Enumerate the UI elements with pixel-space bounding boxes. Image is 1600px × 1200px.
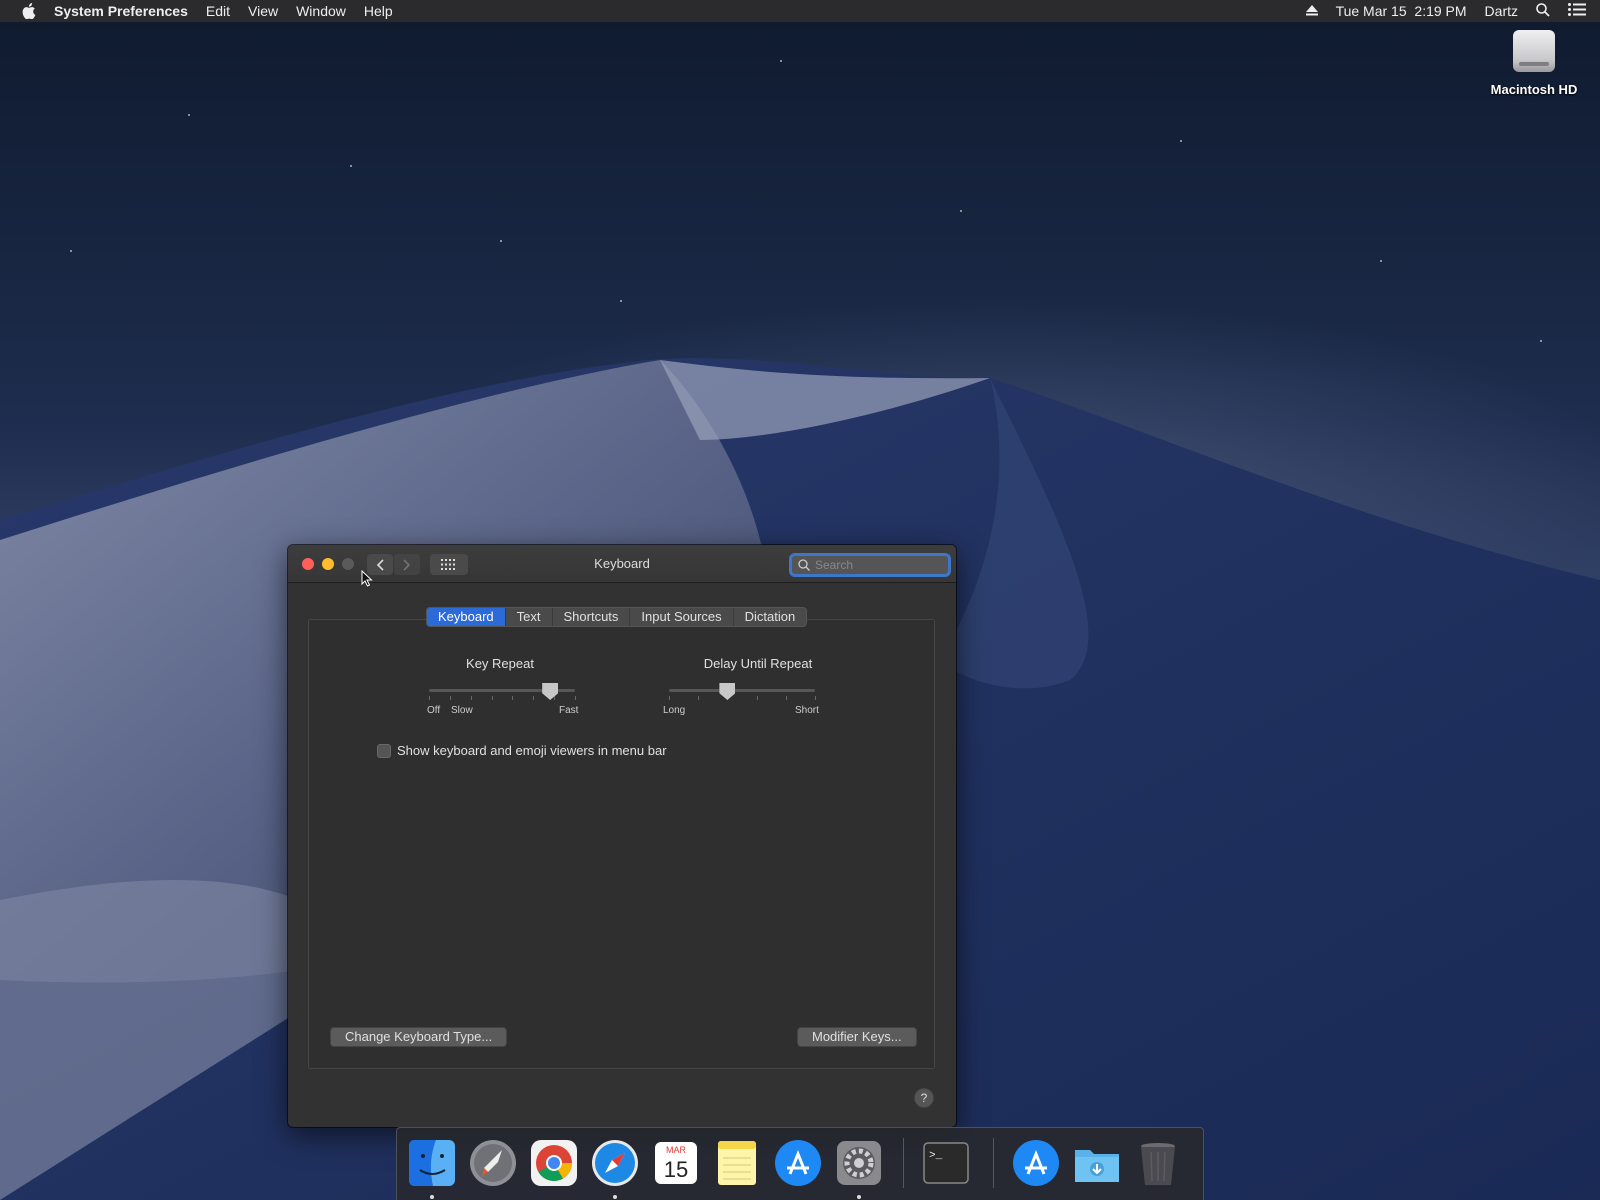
modifier-keys-button[interactable]: Modifier Keys... (797, 1027, 917, 1047)
slider-tick (575, 696, 576, 700)
finder-running-indicator (430, 1195, 434, 1199)
tab-input-sources[interactable]: Input Sources (630, 608, 734, 626)
change-keyboard-type-button[interactable]: Change Keyboard Type... (330, 1027, 508, 1047)
keyboard-settings-panel (308, 619, 935, 1069)
star (1180, 140, 1182, 142)
preference-tabs: Keyboard Text Shortcuts Input Sources Di… (426, 607, 808, 627)
key-repeat-slow-label: Slow (451, 705, 473, 716)
safari-running-indicator (613, 1195, 617, 1199)
system-preferences-icon[interactable] (834, 1138, 884, 1188)
notification-center-icon[interactable] (1568, 3, 1586, 19)
star (1380, 260, 1382, 262)
terminal-prompt-text: >_ (929, 1150, 943, 1162)
slider-tick (449, 696, 451, 700)
slider-tick (429, 696, 430, 700)
slider-tick (491, 696, 493, 700)
key-repeat-label: Key Repeat (466, 656, 534, 671)
search-input[interactable] (815, 558, 935, 572)
help-button[interactable]: ? (914, 1088, 934, 1108)
menu-help[interactable]: Help (364, 3, 393, 19)
calendar-month-text: MAR (666, 1145, 687, 1155)
calendar-day-text: 15 (664, 1157, 688, 1182)
star (620, 300, 622, 302)
search-field[interactable] (789, 553, 951, 577)
dock-separator (903, 1138, 904, 1188)
dock-separator (993, 1138, 994, 1188)
star (1540, 340, 1542, 342)
dock: MAR 15 >_ (396, 1127, 1204, 1200)
finder-icon[interactable] (407, 1138, 457, 1188)
key-repeat-fast-label: Fast (559, 705, 579, 716)
emoji-viewer-checkbox-label[interactable]: Show keyboard and emoji viewers in menu … (397, 743, 667, 758)
trash-icon[interactable] (1133, 1138, 1183, 1188)
star (500, 240, 502, 242)
menu-user[interactable]: Dartz (1485, 3, 1518, 19)
search-icon (798, 559, 810, 571)
star (70, 250, 72, 252)
tab-shortcuts[interactable]: Shortcuts (553, 608, 631, 626)
slider-tick (533, 696, 535, 700)
slider-tick (554, 696, 556, 700)
calendar-icon[interactable]: MAR 15 (651, 1138, 701, 1188)
slider-tick (756, 696, 758, 700)
emoji-viewer-checkbox-row[interactable]: Show keyboard and emoji viewers in menu … (377, 743, 667, 758)
key-repeat-off-label: Off (427, 705, 441, 716)
menu-window[interactable]: Window (296, 3, 346, 19)
terminal-icon[interactable]: >_ (921, 1138, 971, 1188)
delay-until-repeat-label: Delay Until Repeat (703, 656, 813, 671)
window-titlebar[interactable]: Keyboard (288, 545, 956, 583)
slider-tick (512, 696, 514, 700)
tab-keyboard[interactable]: Keyboard (427, 608, 506, 626)
emoji-viewer-checkbox[interactable] (377, 743, 391, 758)
tab-text[interactable]: Text (506, 608, 553, 626)
app-store-icon[interactable] (773, 1138, 823, 1188)
tab-dictation[interactable]: Dictation (734, 608, 807, 626)
system-preferences-running-indicator (857, 1195, 861, 1199)
notes-icon[interactable] (712, 1138, 762, 1188)
chrome-icon[interactable] (529, 1138, 579, 1188)
slider-tick (815, 696, 816, 700)
hard-drive-icon[interactable] (1513, 30, 1555, 72)
eject-icon[interactable] (1305, 3, 1318, 19)
menu-clock[interactable]: Tue Mar 15 2:19 PM (1336, 3, 1467, 19)
app-store-icon[interactable] (1011, 1138, 1061, 1188)
slider-tick (669, 696, 670, 700)
delay-short-label: Short (795, 705, 819, 716)
delay-long-label: Long (663, 705, 686, 716)
star (780, 60, 782, 62)
menu-view[interactable]: View (248, 3, 278, 19)
apple-menu-icon[interactable] (20, 3, 38, 19)
slider-tick (785, 696, 787, 700)
keyboard-preferences-window: Keyboard Keyboard Text Shortcuts Input S… (288, 545, 956, 1127)
mouse-cursor-icon (361, 570, 373, 587)
safari-icon[interactable] (590, 1138, 640, 1188)
menu-bar: System Preferences Edit View Window Help… (0, 0, 1600, 22)
spotlight-search-icon[interactable] (1536, 2, 1550, 20)
menu-app-name[interactable]: System Preferences (54, 3, 188, 19)
macintosh-hd-desktop-icon[interactable]: Macintosh HD (1478, 30, 1590, 97)
slider-tick (470, 696, 472, 700)
star (350, 165, 352, 167)
launchpad-icon[interactable] (468, 1138, 518, 1188)
slider-tick (698, 696, 700, 700)
star (960, 210, 962, 212)
delay-until-repeat-slider-track[interactable] (669, 689, 815, 692)
drive-label: Macintosh HD (1490, 82, 1578, 97)
menu-edit[interactable]: Edit (206, 3, 230, 19)
downloads-folder-icon[interactable] (1072, 1138, 1122, 1188)
star (188, 114, 190, 116)
